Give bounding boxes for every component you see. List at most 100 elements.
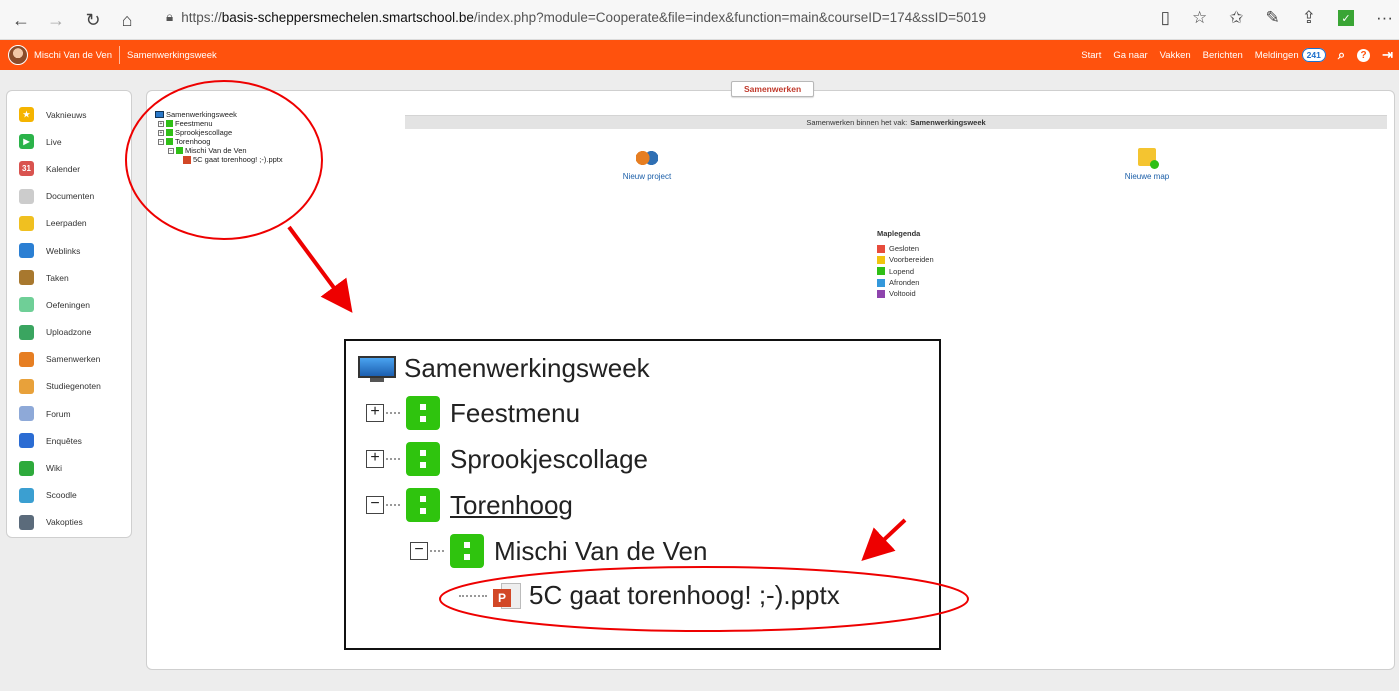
avatar[interactable] [8,45,28,65]
folder-status-icon [406,488,440,522]
sidebar-item-wiki[interactable]: Wiki [7,454,131,481]
sidebar-item-label: Leerpaden [46,218,87,229]
logout-icon[interactable]: ⇥ [1382,47,1393,63]
favorites-list-icon[interactable]: ✩ [1229,8,1243,28]
new-project-button[interactable]: Nieuw project [617,150,677,181]
sidebar-item-label: Weblinks [46,245,81,256]
sidebar-item-label: Taken [46,272,69,283]
home-icon[interactable]: ⌂ [116,9,138,31]
tree-node[interactable]: + Sprookjescollage [155,128,283,137]
sidebar-item-forum[interactable]: Forum [7,400,131,427]
sidebar-item-documenten[interactable]: Documenten [7,183,131,210]
sidebar-item-scoodle[interactable]: Scoodle [7,482,131,509]
legend-item: Voltooid [877,288,934,299]
nav-ga-naar[interactable]: Ga naar [1113,50,1147,61]
extension-check-icon[interactable]: ✓ [1338,10,1355,26]
star-icon: ★ [19,107,34,123]
folder-status-icon [406,442,440,476]
sidebar-item-enqu-tes[interactable]: Enquêtes [7,427,131,454]
search-icon[interactable]: ⌕ [1338,47,1345,63]
sidebar-item-label: Live [46,136,62,147]
sidebar-item-leerpaden[interactable]: Leerpaden [7,210,131,237]
zoom-tree-node: − Torenhoog [366,488,573,522]
refresh-icon[interactable]: ↻ [82,9,104,31]
collapse-icon: − [158,138,164,145]
folder-status-icon [176,147,183,154]
collapse-icon: − [410,542,428,560]
sidebar-item-label: Vakopties [46,517,83,528]
tree-child[interactable]: − Mischi Van de Ven [155,146,283,155]
sidebar-item-label: Documenten [46,191,95,202]
powerpoint-icon: P [493,581,523,611]
folder-status-icon [406,396,440,430]
zoom-tree-node: + Sprookjescollage [366,442,648,476]
sidebar-item-vakopties[interactable]: Vakopties [7,509,131,536]
legend-swatch [877,278,885,287]
url-prefix: https:// [181,9,222,25]
legend-item: Voorbereiden [877,254,934,265]
sidebar-item-kalender[interactable]: 31 Kalender [7,155,131,182]
pencil-icon [19,460,34,476]
sidebar-item-vaknieuws[interactable]: ★ Vaknieuws [7,101,131,128]
legend-item: Gesloten [877,243,934,254]
url-host: basis-scheppersmechelen.smartschool.be [221,9,474,25]
exercise-icon [19,297,34,313]
tree-node[interactable]: + Feestmenu [155,119,283,128]
pen-icon[interactable]: ✎ [1266,8,1280,28]
monitor-icon [358,355,396,382]
expand-icon: + [366,450,384,468]
sidebar-item-studiegenoten[interactable]: Studiegenoten [7,373,131,400]
folder-status-icon [166,138,173,145]
share-icon[interactable]: ⇪ [1302,8,1316,28]
nav-vakken[interactable]: Vakken [1160,50,1191,61]
people-icon [19,378,34,394]
tree-file[interactable]: 5C gaat torenhoog! ;-).pptx [155,155,283,164]
legend-swatch [877,289,885,298]
upload-icon [19,324,34,340]
project-tree: Samenwerkingsweek + Feestmenu + Sprookjesc… [155,110,283,164]
sidebar-item-label: Wiki [46,463,63,474]
sidebar-item-live[interactable]: ▶ Live [7,128,131,155]
help-icon[interactable]: ? [1357,48,1371,62]
wrench-icon [19,514,34,530]
forum-icon [19,406,34,422]
legend-item: Lopend [877,266,934,277]
reading-view-icon[interactable]: ▯ [1161,8,1170,28]
nav-berichten[interactable]: Berichten [1203,50,1243,61]
sidebar-item-uploadzone[interactable]: Uploadzone [7,319,131,346]
new-folder-button[interactable]: Nieuwe map [1117,148,1177,181]
tree-node[interactable]: − Torenhoog [155,137,283,146]
tab-samenwerken[interactable]: Samenwerken [731,81,815,97]
handshake-icon [19,351,34,367]
address-bar[interactable]: 🔒︎ https://basis-scheppersmechelen.smart… [166,9,986,25]
sidebar-item-samenwerken[interactable]: Samenwerken [7,346,131,373]
info-bar: Samenwerken binnen het vak: Samenwerkings… [405,115,1387,129]
back-icon[interactable]: ← [10,9,32,31]
folder-add-icon [1138,148,1159,169]
zoom-callout: Samenwerkingsweek + Feestmenu + Sprookjesc… [344,339,941,650]
sidebar-item-weblinks[interactable]: Weblinks [7,237,131,264]
document-icon [19,188,34,204]
zoom-tree-root: Samenwerkingsweek [358,353,650,384]
video-icon: ▶ [19,134,34,150]
browser-toolbar: ← → ↻ ⌂ 🔒︎ https://basis-scheppersmechel… [0,0,1399,40]
zoom-tree-node: + Feestmenu [366,396,580,430]
favorite-star-icon[interactable]: ☆ [1192,8,1207,28]
url-path: /index.php?module=Cooperate&file=index&f… [473,9,987,25]
powerpoint-icon [183,155,191,164]
collapse-icon: − [168,147,174,154]
forward-icon[interactable]: → [45,9,67,31]
tree-root[interactable]: Samenwerkingsweek [155,110,283,119]
folder-legend: Maplegenda Gesloten Voorbereiden Lopend Afr… [877,229,934,299]
user-name[interactable]: Mischi Van de Ven [34,50,112,61]
sidebar-item-label: Studiegenoten [46,381,101,392]
course-name[interactable]: Samenwerkingsweek [127,50,217,61]
sidebar-item-oefeningen[interactable]: Oefeningen [7,291,131,318]
calendar-icon: 31 [19,161,34,177]
nav-start[interactable]: Start [1081,50,1101,61]
nav-meldingen[interactable]: Meldingen 241 [1255,47,1326,62]
collapse-icon: − [366,496,384,514]
sidebar-item-taken[interactable]: Taken [7,264,131,291]
folder-status-icon [166,129,173,136]
more-icon[interactable]: ··· [1376,8,1393,28]
